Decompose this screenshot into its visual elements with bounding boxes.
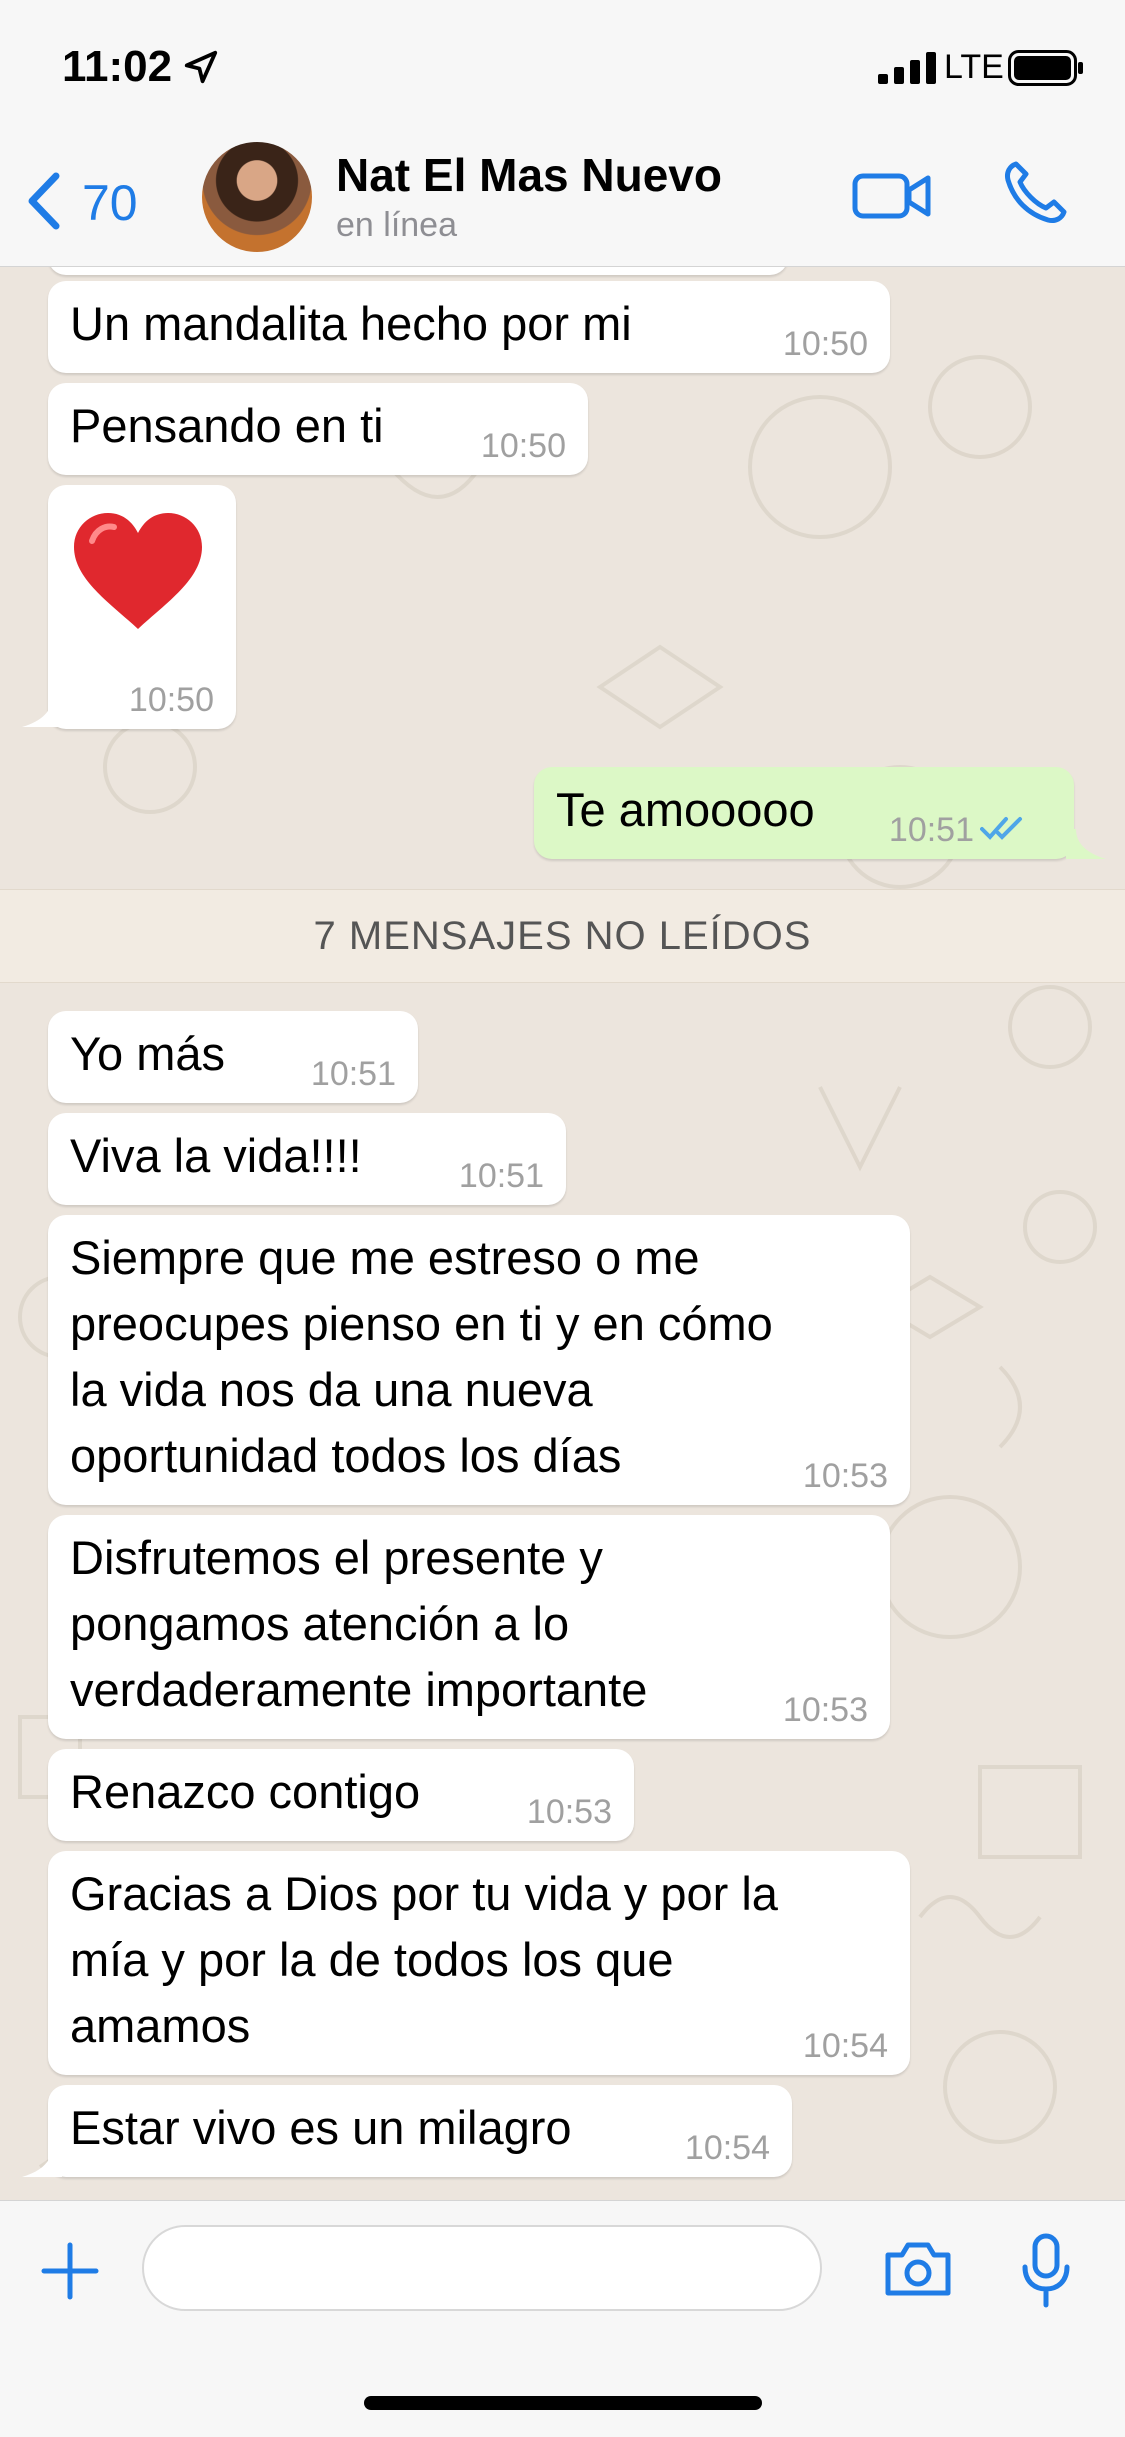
message-line: amamos — [70, 1999, 251, 2052]
header-bar: 11:02 LTE 70 Nat El Mas Nuevo en línea — [0, 0, 1125, 267]
read-ticks-icon — [980, 817, 1022, 840]
status-time: 11:02 — [62, 42, 173, 91]
message-input[interactable] — [142, 2225, 822, 2311]
video-call-icon[interactable] — [852, 168, 932, 224]
message-bubble[interactable]: Viva la vida!!!! 10:51 — [48, 1113, 566, 1205]
message-time: 10:50 — [480, 427, 566, 465]
message-bubble[interactable]: Pensando en ti 10:50 — [48, 383, 588, 475]
bubble-tail — [22, 697, 62, 727]
message-text: Viva la vida!!!! — [70, 1129, 362, 1182]
message-time: 10:50 — [128, 681, 214, 719]
message-line: Gracias a Dios por tu vida y por la — [70, 1867, 778, 1920]
message-text: Yo más — [70, 1027, 226, 1080]
message-line: la vida nos da una nueva — [70, 1363, 593, 1416]
message-time: 10:54 — [684, 2129, 770, 2167]
message-time: 10:53 — [526, 1793, 612, 1831]
unread-chats-count: 70 — [82, 175, 138, 231]
message-line: oportunidad todos los días — [70, 1429, 622, 1482]
message-bubble[interactable]: Yo más 10:51 — [48, 1011, 418, 1103]
message-time: 10:51 — [458, 1157, 544, 1195]
unread-divider: 7 MENSAJES NO LEÍDOS — [0, 889, 1125, 983]
message-time: 10:54 — [802, 2027, 888, 2065]
message-bubble[interactable]: Siempre que me estreso o me preocupes pi… — [48, 1215, 910, 1505]
message-line: Disfrutemos el presente y — [70, 1531, 603, 1584]
avatar[interactable] — [202, 142, 312, 252]
message-line: mía y por la de todos los que — [70, 1933, 674, 1986]
message-bubble[interactable]: Un mandalita hecho por mi 10:50 — [48, 281, 890, 373]
message-bubble[interactable]: Renazco contigo 10:53 — [48, 1749, 634, 1841]
message-time: 10:50 — [782, 325, 868, 363]
message-time: 10:51 — [888, 811, 974, 849]
back-chevron-icon — [28, 172, 60, 230]
camera-icon[interactable] — [882, 2239, 954, 2299]
home-indicator[interactable] — [364, 2396, 762, 2410]
message-bubble[interactable]: Estar vivo es un milagro 10:54 — [48, 2085, 792, 2177]
message-bubble[interactable]: Disfrutemos el presente y pongamos atenc… — [48, 1515, 890, 1739]
message-bubble-partial — [48, 267, 788, 275]
contact-status: en línea — [336, 206, 457, 244]
message-bubble-outgoing[interactable]: Te amooooo 10:51 — [534, 767, 1074, 859]
message-text: Siempre que me estreso o me preocupes pi… — [70, 1225, 773, 1489]
message-text: Te amooooo — [556, 783, 815, 836]
message-time: 10:53 — [802, 1457, 888, 1495]
bubble-tail — [22, 2147, 62, 2177]
message-time: 10:53 — [782, 1691, 868, 1729]
message-text: Estar vivo es un milagro — [70, 2101, 572, 2154]
message-bubble[interactable]: 10:50 — [48, 485, 236, 729]
battery-icon — [1008, 50, 1083, 86]
location-arrow-icon — [184, 50, 218, 84]
back-button[interactable]: 70 — [24, 166, 144, 236]
message-text: Renazco contigo — [70, 1765, 421, 1818]
message-line: preocupes pienso en ti y en cómo — [70, 1297, 773, 1350]
message-line: pongamos atención a lo — [70, 1597, 570, 1650]
message-text: Gracias a Dios por tu vida y por la mía … — [70, 1861, 778, 2059]
microphone-icon[interactable] — [1020, 2233, 1072, 2309]
phone-icon[interactable] — [1000, 158, 1070, 228]
message-line: Siempre que me estreso o me — [70, 1231, 700, 1284]
message-text: Disfrutemos el presente y pongamos atenc… — [70, 1525, 647, 1723]
heart-emoji-icon — [74, 513, 202, 629]
chat-area[interactable]: Un mandalita hecho por mi 10:50 Pensando… — [0, 267, 1125, 2200]
plus-icon[interactable] — [40, 2241, 100, 2301]
message-text: Un mandalita hecho por mi — [70, 297, 632, 350]
network-type: LTE — [944, 48, 1004, 86]
signal-icon — [878, 52, 936, 84]
message-bubble[interactable]: Gracias a Dios por tu vida y por la mía … — [48, 1851, 910, 2075]
contact-name[interactable]: Nat El Mas Nuevo — [336, 148, 722, 202]
unread-divider-text: 7 MENSAJES NO LEÍDOS — [313, 914, 812, 958]
bubble-tail — [1066, 829, 1106, 859]
message-text: Pensando en ti — [70, 399, 384, 452]
message-line: verdaderamente importante — [70, 1663, 648, 1716]
message-time: 10:51 — [310, 1055, 396, 1093]
